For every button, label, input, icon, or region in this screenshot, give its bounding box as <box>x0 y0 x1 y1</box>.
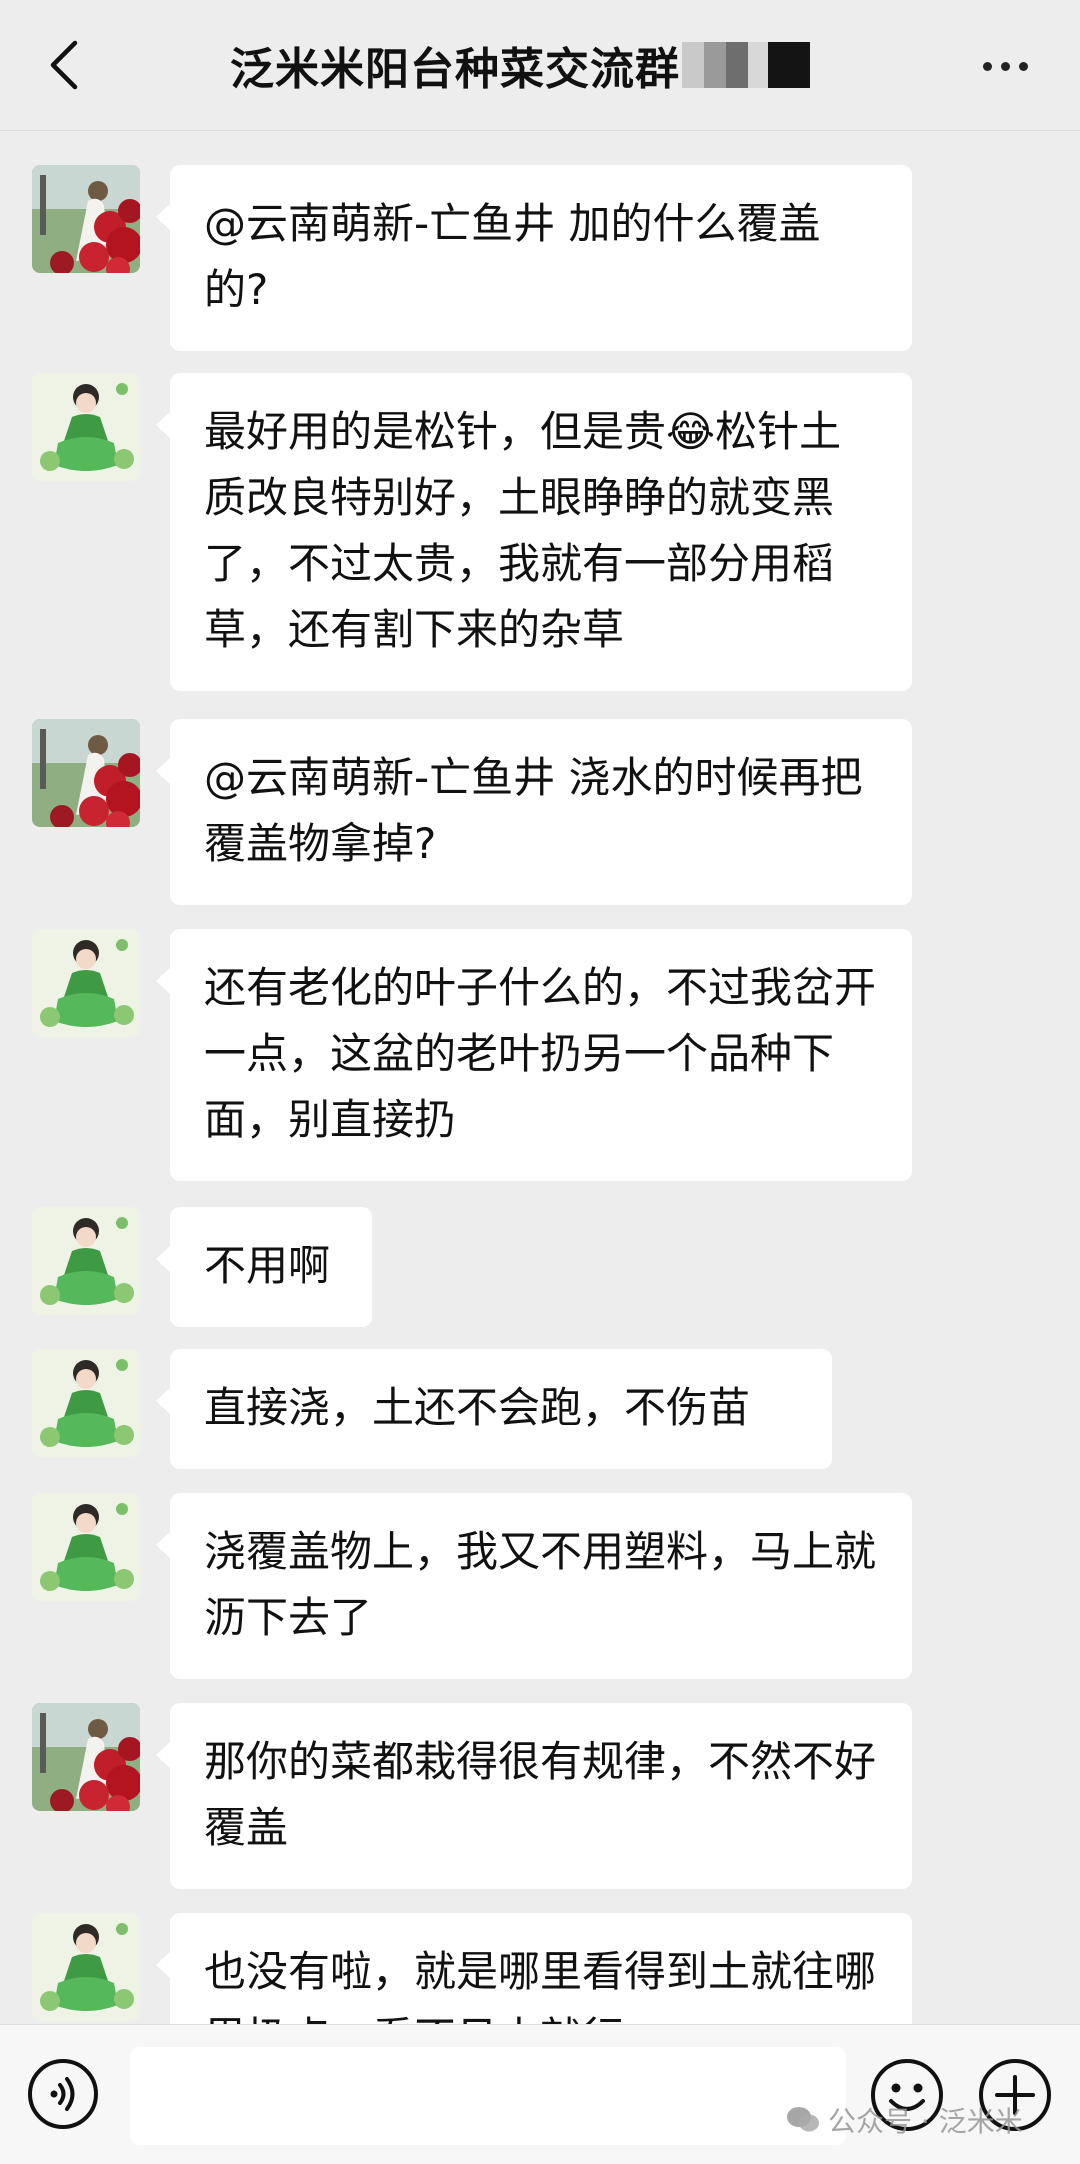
back-button[interactable] <box>34 30 94 100</box>
chat-header: 泛米米阳台种菜交流群 <box>0 0 1080 131</box>
rose-garden-avatar[interactable] <box>32 719 140 827</box>
watermark-text: 公众号 · 泛米米 <box>828 2105 1023 2138</box>
wechat-icon <box>787 2107 819 2132</box>
message-bubble[interactable]: 最好用的是松针，但是贵😂松针土质改良特别好，土眼睁睁的就变黑了，不过太贵，我就有… <box>156 373 912 691</box>
chat-title: 泛米米阳台种菜交流群 <box>230 44 680 95</box>
input-bar <box>0 2024 1080 2164</box>
message-bubble[interactable]: @云南萌新-亡鱼井 浇水的时候再把覆盖物拿掉? <box>156 719 912 905</box>
more-dots-icon <box>982 61 992 71</box>
message-bubble[interactable]: 不用啊 <box>156 1207 372 1327</box>
rose-garden-avatar[interactable] <box>32 1703 140 1811</box>
chevron-left-icon <box>50 40 78 90</box>
green-dress-girl-avatar[interactable] <box>32 1913 140 2021</box>
watermark: 公众号 · 泛米米 <box>786 2098 1023 2142</box>
message-bubble[interactable]: 直接浇，土还不会跑，不伤苗 <box>156 1349 832 1469</box>
green-dress-girl-avatar[interactable] <box>32 929 140 1037</box>
message-bubble[interactable]: 也没有啦，就是哪里看得到土就往哪里扔点，看不见土就行 <box>156 1913 912 2024</box>
message-list[interactable]: @云南萌新-亡鱼井 加的什么覆盖的? 最好用的是松针，但是贵😂松针土质改良特别好… <box>0 131 1080 2024</box>
redaction-mosaic <box>682 42 810 88</box>
green-dress-girl-avatar[interactable] <box>32 373 140 481</box>
message-bubble[interactable]: 浇覆盖物上，我又不用塑料，马上就沥下去了 <box>156 1493 912 1679</box>
voice-button[interactable] <box>26 2057 100 2131</box>
message-input[interactable] <box>130 2047 846 2145</box>
message-bubble[interactable]: 还有老化的叶子什么的，不过我岔开一点，这盆的老叶扔另一个品种下面，别直接扔 <box>156 929 912 1181</box>
green-dress-girl-avatar[interactable] <box>32 1493 140 1601</box>
message-bubble[interactable]: @云南萌新-亡鱼井 加的什么覆盖的? <box>156 165 912 351</box>
green-dress-girl-avatar[interactable] <box>32 1207 140 1315</box>
voice-icon <box>28 2059 98 2129</box>
chat-title-area: 泛米米阳台种菜交流群 <box>160 30 880 100</box>
rose-garden-avatar[interactable] <box>32 165 140 273</box>
green-dress-girl-avatar[interactable] <box>32 1349 140 1457</box>
message-bubble[interactable]: 那你的菜都栽得很有规律，不然不好覆盖 <box>156 1703 912 1889</box>
more-options-button[interactable] <box>970 38 1040 94</box>
